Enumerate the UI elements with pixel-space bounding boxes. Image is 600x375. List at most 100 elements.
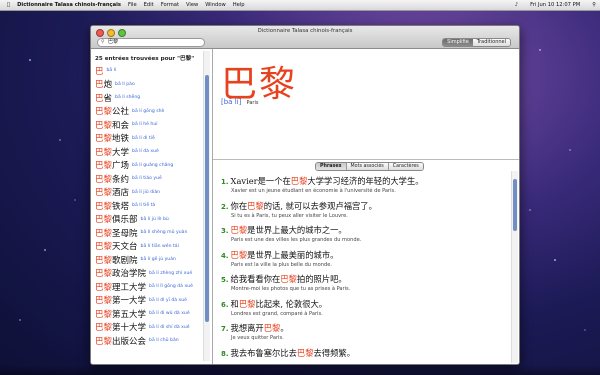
result-item[interactable]: 巴黎和会 bā lí hé huì xyxy=(95,118,199,132)
phrase-item[interactable]: 8. 我去布鲁塞尔比去巴黎去得频繁。 xyxy=(221,347,506,365)
result-hanzi-match: 巴 xyxy=(95,93,104,104)
result-hanzi: 巴黎地铁 xyxy=(95,132,129,144)
result-item[interactable]: 巴黎理工大学 bā lí lǐ gōng dà xué xyxy=(95,280,199,294)
result-pinyin: bā lí hé huì xyxy=(132,122,158,128)
result-hanzi: 巴黎第十大学 xyxy=(95,321,146,333)
result-item[interactable]: 巴黎政治学院 bā lí zhèng zhì xué xyxy=(95,267,199,281)
phrase-french: Si tu es à Paris, tu peux aller visiter … xyxy=(231,212,348,219)
phrase-item[interactable]: 2. 你在巴黎的话, 就可以去参观卢福宫了。 Si tu es à Paris, t… xyxy=(221,200,506,225)
phrase-chinese: 8. 我去布鲁塞尔比去巴黎去得频繁。 xyxy=(221,347,506,359)
phrase-pre: 你在 xyxy=(230,200,248,211)
clock[interactable]: Fri Jun 10 12:07 PM xyxy=(530,2,580,8)
phrase-item[interactable]: 1. Xavier是一个在巴黎大学学习经济的年轻的大学生。 Xavier est u… xyxy=(221,175,506,200)
result-hanzi-rest: 政治学院 xyxy=(112,269,147,280)
tab-phrases[interactable]: Phrases xyxy=(316,163,346,170)
result-pinyin: bā lí dì tiě xyxy=(132,135,155,141)
phrases-scroll-thumb[interactable] xyxy=(513,179,517,231)
menu-window[interactable]: Window xyxy=(205,2,225,8)
tab-characters[interactable]: Caractères xyxy=(387,163,423,170)
result-item[interactable]: 巴黎俱乐部 bā lí jù lè bù xyxy=(95,213,199,227)
results-panel: 25 entrées trouvées pour "巴黎" 巴 bā lí 巴炮 bā… xyxy=(91,49,213,364)
result-hanzi-rest: 第十大学 xyxy=(112,323,147,334)
result-pinyin: bā lí guǎng chǎng xyxy=(132,162,174,168)
result-hanzi-rest: 炮 xyxy=(103,80,113,91)
phrase-chinese: 3. 巴黎是世界上最大的城市之一。 xyxy=(221,224,506,236)
volume-icon[interactable]: ♪ xyxy=(515,2,518,8)
results-scrollbar[interactable] xyxy=(203,51,210,361)
phrase-item[interactable]: 6. 和巴黎比起来, 伦敦很大。 Londres est grand, compar… xyxy=(221,298,506,323)
search-input[interactable]: ⚲ 巴黎 xyxy=(97,38,205,47)
tab-related-words[interactable]: Mots associés xyxy=(345,163,388,170)
phrase-match: 巴黎 xyxy=(280,274,297,284)
phrase-french: Paris est une des villes les plus grande… xyxy=(231,237,362,243)
phrase-pre: 我想离开 xyxy=(230,323,264,333)
result-item[interactable]: 巴黎条约 bā lí tiáo yuē xyxy=(95,172,199,186)
results-scroll-thumb[interactable] xyxy=(205,75,209,322)
result-hanzi-match: 巴黎 xyxy=(95,134,113,145)
phrase-item[interactable]: 3. 巴黎是世界上最大的城市之一。 Paris est une des villes… xyxy=(221,224,506,249)
menu-view[interactable]: View xyxy=(186,2,198,8)
traditional-button[interactable]: Traditionnel xyxy=(472,39,510,46)
result-item[interactable]: 巴 bā lí xyxy=(95,64,199,78)
result-hanzi: 巴黎出版公会 xyxy=(95,335,146,347)
result-item[interactable]: 巴黎出版公会 bā lí chū bǎn xyxy=(95,334,199,348)
phrase-item[interactable]: 5. 给我看看你在巴黎拍的照片吧。 Montre-moi les photos qu… xyxy=(221,273,506,298)
result-hanzi: 巴省 xyxy=(95,92,112,104)
result-hanzi-match: 巴黎 xyxy=(95,120,113,131)
phrase-number: 8. xyxy=(221,349,229,358)
window-titlebar[interactable]: Dictionnaire Talasa chinois-français ⚲ 巴… xyxy=(91,26,519,49)
apple-icon[interactable]:  xyxy=(7,2,10,8)
phrase-number: 4. xyxy=(221,251,229,260)
result-hanzi-rest: 理工大学 xyxy=(112,282,147,293)
result-item[interactable]: 巴省 bā lí shěng xyxy=(95,91,199,105)
result-item[interactable]: 巴黎天文台 bā lí tiān wén tái xyxy=(95,240,199,254)
result-pinyin: bā lí dà xué xyxy=(132,149,159,155)
result-hanzi-rest: 广场 xyxy=(112,161,130,172)
result-pinyin: bā lí zhèng zhì xué xyxy=(149,270,193,276)
result-item[interactable]: 巴炮 bā lí pào xyxy=(95,78,199,92)
result-pinyin: bā lí shèng mǔ yuàn xyxy=(140,230,188,236)
result-hanzi-match: 巴黎 xyxy=(95,161,113,172)
result-item[interactable]: 巴黎歌剧院 bā lí gē jù yuàn xyxy=(95,253,199,267)
result-item[interactable]: 巴黎第十大学 bā lí dì shí dà xué xyxy=(95,321,199,335)
result-hanzi: 巴黎和会 xyxy=(95,119,129,131)
result-hanzi-rest: 俱乐部 xyxy=(112,215,138,226)
result-item[interactable]: 巴黎第五大学 bā lí dì wǔ dà xué xyxy=(95,307,199,321)
phrase-post: 是世界上最大的城市之一。 xyxy=(247,225,347,235)
phrase-number: 7. xyxy=(221,325,229,333)
phrase-post: 。 xyxy=(280,323,289,333)
result-item[interactable]: 巴黎公社 bā lí gōng shè xyxy=(95,105,199,119)
menu-help[interactable]: Help xyxy=(233,2,245,8)
result-hanzi: 巴黎广场 xyxy=(95,159,129,171)
phrase-pre: Xavier是一个在 xyxy=(230,176,291,186)
result-hanzi-match: 巴黎 xyxy=(95,269,113,280)
result-hanzi-match: 巴黎 xyxy=(95,282,113,293)
menu-app-name[interactable]: Dictionnaire Talasa chinois-français xyxy=(17,2,121,8)
result-item[interactable]: 巴黎铁塔 bā lí tiě tǎ xyxy=(95,199,199,213)
phrase-post: 大学学习经济的年轻的大学生。 xyxy=(307,176,424,186)
result-item[interactable]: 巴黎圣母院 bā lí shèng mǔ yuàn xyxy=(95,226,199,240)
entry-panel: 巴黎 [bā lí] Paris Phrases Mots associés C… xyxy=(213,49,519,364)
result-hanzi-rest: 公社 xyxy=(112,107,130,118)
phrases-scrollbar[interactable] xyxy=(511,171,518,363)
phrase-item[interactable]: 7. 我想离开巴黎。 Je veux quitter Paris. xyxy=(221,322,506,347)
result-item[interactable]: 巴黎地铁 bā lí dì tiě xyxy=(95,132,199,146)
simplified-button[interactable]: Simplifié xyxy=(443,39,473,46)
phrase-post: 去得频繁。 xyxy=(313,347,356,358)
menu-format[interactable]: Format xyxy=(161,2,179,8)
phrase-item[interactable]: 4. 巴黎是世界上最美丽的城市。 Paris est la ville la plu… xyxy=(221,249,506,274)
result-hanzi: 巴黎天文台 xyxy=(95,240,138,252)
phrase-french: Xavier est un jeune étudiant en économie… xyxy=(231,188,396,194)
result-pinyin: bā lí dì wǔ dà xué xyxy=(149,311,190,317)
result-hanzi-rest: 和会 xyxy=(112,120,130,131)
spotlight-icon[interactable]: ⚲ xyxy=(592,2,596,8)
result-item[interactable]: 巴黎广场 bā lí guǎng chǎng xyxy=(95,159,199,173)
result-pinyin: bā lí lǐ gōng dà xué xyxy=(149,284,193,290)
menu-edit[interactable]: Edit xyxy=(144,2,154,8)
result-pinyin: bā lí shěng xyxy=(115,95,141,101)
result-item[interactable]: 巴黎酒店 bā lí jiǔ diàn xyxy=(95,186,199,200)
result-item[interactable]: 巴黎大学 bā lí dà xué xyxy=(95,145,199,159)
result-item[interactable]: 巴黎第一大学 bā lí dì yī dà xué xyxy=(95,294,199,308)
phrase-chinese: 4. 巴黎是世界上最美丽的城市。 xyxy=(221,249,506,261)
menu-file[interactable]: File xyxy=(128,2,137,8)
